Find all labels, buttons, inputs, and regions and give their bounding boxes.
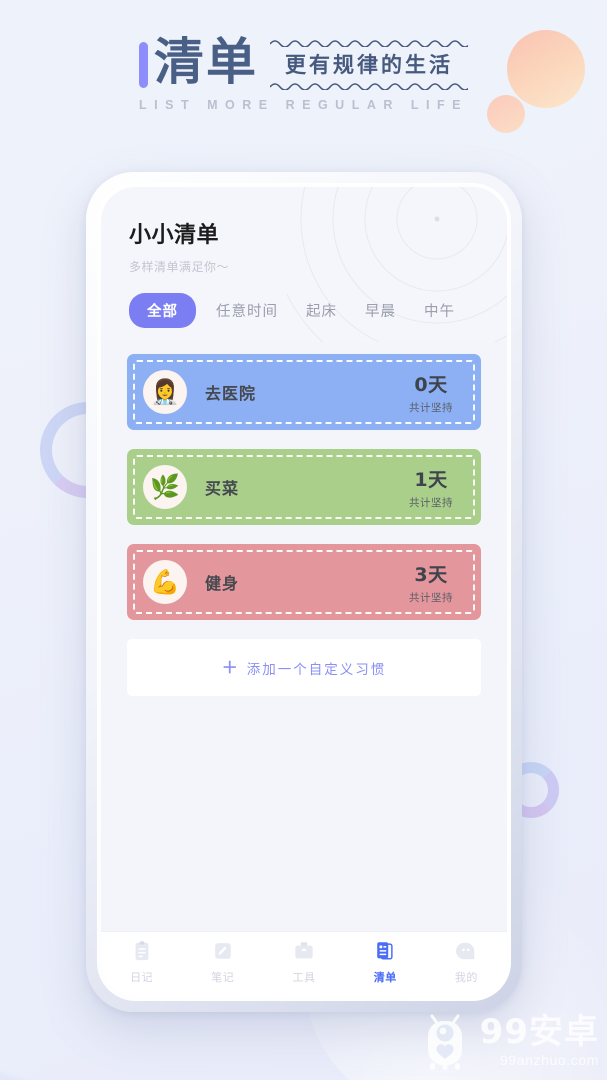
habit-name: 去医院 [205, 384, 257, 403]
banner-row: 清单 更有规律的生活 [139, 34, 468, 90]
nav-item-tools[interactable]: 工具 [263, 940, 344, 985]
tab-all[interactable]: 全部 [129, 293, 196, 328]
watermark-domain: 99anzhuo.com [499, 1051, 599, 1068]
banner-title: 清单 [154, 33, 258, 91]
site-watermark: 99安卓 99anzhuo.com [418, 1010, 599, 1072]
toolbox-icon [295, 942, 313, 959]
habit-days-label: 共计坚持 [409, 591, 453, 604]
banner-subtitle: 更有规律的生活 [285, 53, 453, 77]
flexed-biceps-icon: 💪 [143, 560, 187, 604]
pencil-note-icon [215, 943, 231, 959]
habit-days-label: 共计坚持 [409, 496, 453, 509]
nav-item-notes[interactable]: 笔记 [182, 940, 263, 985]
nurse-icon: 👩‍⚕️ [143, 370, 187, 414]
page-subtitle: 多样清单满足你～ [129, 260, 230, 274]
clipboard-icon [135, 941, 149, 961]
tab-wakeup[interactable]: 起床 [292, 300, 351, 321]
checklist-icon [377, 942, 393, 960]
nav-label: 笔记 [211, 971, 235, 984]
page-title: 小小清单 [129, 223, 220, 248]
nav-label: 日记 [130, 971, 154, 984]
wave-line-bottom-icon [270, 83, 468, 90]
android-robot-logo-icon [427, 1014, 462, 1070]
banner-tagline: LIST MORE REGULAR LIFE [139, 98, 468, 112]
watermark-title: 99安卓 [479, 1011, 599, 1052]
habit-card-groceries[interactable]: 🌿 买菜 1天 共计坚持 [127, 449, 481, 525]
habit-streak: 0天 共计坚持 [409, 370, 465, 415]
habit-streak: 3天 共计坚持 [409, 560, 465, 605]
nav-label: 我的 [454, 971, 478, 984]
phone-mockup-frame: 小小清单 多样清单满足你～ 全部 任意时间 起床 早晨 中午 👩‍⚕️ 去医院 … [86, 172, 522, 1012]
nav-label: 清单 [373, 971, 397, 984]
nav-item-checklist[interactable]: 清单 [345, 940, 426, 985]
add-custom-habit-label: 添加一个自定义习惯 [246, 661, 387, 678]
habit-name: 买菜 [205, 479, 240, 498]
nav-label: 工具 [292, 971, 316, 984]
phone-inner-bezel: 小小清单 多样清单满足你～ 全部 任意时间 起床 早晨 中午 👩‍⚕️ 去医院 … [97, 183, 511, 1001]
wave-line-top-icon [270, 40, 468, 47]
page-banner: 清单 更有规律的生活 LIST MORE REGULAR LIFE [0, 34, 607, 112]
habit-streak: 1天 共计坚持 [409, 465, 465, 510]
banner-subtitle-wrap: 更有规律的生活 [270, 34, 468, 90]
leaf-icon: 🌿 [143, 465, 187, 509]
tab-noon[interactable]: 中午 [410, 300, 469, 321]
habit-days-label: 共计坚持 [409, 401, 453, 414]
habit-days-count: 3天 [414, 563, 448, 586]
bottom-navigation-bar: 日记 笔记 工具 清单 我的 [101, 931, 507, 997]
habit-name: 健身 [205, 574, 240, 593]
tab-morning[interactable]: 早晨 [351, 300, 410, 321]
add-custom-habit-button[interactable]: ＋ 添加一个自定义习惯 [127, 639, 481, 696]
habit-card-hospital[interactable]: 👩‍⚕️ 去医院 0天 共计坚持 [127, 354, 481, 430]
banner-accent-bar [139, 42, 148, 88]
nav-item-diary[interactable]: 日记 [101, 940, 182, 985]
app-header: 小小清单 多样清单满足你～ 全部 任意时间 起床 早晨 中午 [101, 187, 507, 342]
filter-tab-bar: 全部 任意时间 起床 早晨 中午 [129, 293, 479, 342]
habit-days-count: 1天 [414, 468, 448, 491]
phone-screen: 小小清单 多样清单满足你～ 全部 任意时间 起床 早晨 中午 👩‍⚕️ 去医院 … [101, 187, 507, 997]
nav-item-profile[interactable]: 我的 [426, 940, 507, 985]
watermark-text: 99安卓 99anzhuo.com [480, 1015, 599, 1068]
habit-list: 👩‍⚕️ 去医院 0天 共计坚持 🌿 买菜 1天 共计坚持 💪 健身 [101, 342, 507, 931]
profile-icon [456, 942, 475, 960]
plus-icon: ＋ [221, 657, 238, 677]
habit-days-count: 0天 [414, 373, 448, 396]
tab-anytime[interactable]: 任意时间 [202, 300, 292, 321]
habit-card-fitness[interactable]: 💪 健身 3天 共计坚持 [127, 544, 481, 620]
